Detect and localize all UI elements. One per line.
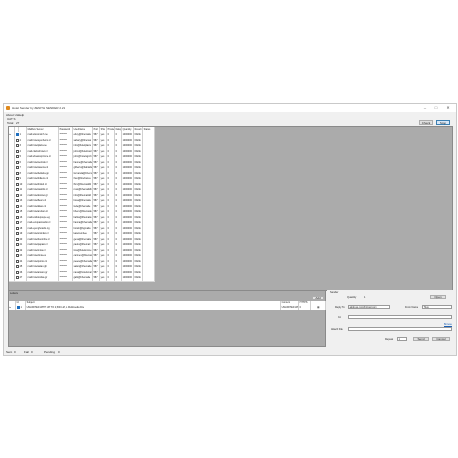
letters-label: Letters xyxy=(10,292,18,295)
table-row[interactable]: 27 mail.hotelrodisa.gr ******** gabi@bhemai… xyxy=(9,275,155,282)
browse-link[interactable]: Browse xyxy=(444,323,452,326)
letter-edit-icon[interactable]: ▦ xyxy=(311,305,326,310)
add-letter-button[interactable]: Add xyxy=(312,296,324,300)
row-pointer-icon xyxy=(9,275,15,281)
stop-button[interactable]: Stop xyxy=(436,120,450,125)
from-name-input[interactable]: Titus xyxy=(422,305,452,309)
check-button[interactable]: Check xyxy=(419,120,433,125)
reply-to-label: Reply To xyxy=(335,306,345,309)
cell-username: gabi@bhemaile xyxy=(73,275,93,281)
letter-https: 0 xyxy=(299,305,311,310)
window-title: Hotel Sender by ZENITH SENDER 2.21 xyxy=(12,106,66,110)
reply-to-input[interactable]: address.com@gmail.com xyxy=(348,305,390,309)
cell-proxied: 0 xyxy=(107,275,115,281)
cc-input[interactable] xyxy=(348,315,452,319)
close-icon[interactable]: ✕ xyxy=(444,105,452,111)
total-value: 27 xyxy=(16,121,20,125)
sent-value: 0 xyxy=(14,350,16,354)
open-button[interactable]: Open xyxy=(430,295,446,299)
cell-password: ******** xyxy=(59,275,73,281)
quantity-label: Quantity xyxy=(347,296,357,299)
status-bar: Sent 0 Fail 0 Pending 0 xyxy=(4,348,456,355)
cell-status xyxy=(143,275,155,281)
minimize-icon[interactable]: – xyxy=(421,105,429,111)
cell-port: 587 xyxy=(93,275,100,281)
menu-help[interactable]: Help xyxy=(18,113,24,117)
fail-label: Fail xyxy=(24,350,29,354)
cell-result: FAKE xyxy=(134,275,143,281)
menu-bar: About Us Help xyxy=(4,112,456,117)
pending-label: Pending xyxy=(44,350,56,354)
letters-pane: Letters Add Id Subject Content HTTPS ▸ 1… xyxy=(8,290,326,347)
attach-file-input[interactable] xyxy=(348,327,452,331)
title-bar: Hotel Sender by ZENITH SENDER 2.21 – □ ✕ xyxy=(4,104,456,112)
total-label: Total xyxy=(7,121,14,125)
from-name-label: From Name xyxy=(405,306,419,309)
cell-index: 27 xyxy=(19,275,27,281)
send-button[interactable]: Send xyxy=(413,337,429,341)
sender-label: Sender xyxy=(330,291,339,294)
letter-subject: UNLIMITED WITH UP TO 2,500 LM, L Multime… xyxy=(26,305,281,310)
cell-mailbox-server: mail.hotelrodisa.gr xyxy=(27,275,59,281)
maximize-icon[interactable]: □ xyxy=(432,105,440,111)
letter-row[interactable]: ▸ 1 UNLIMITED WITH UP TO 2,500 LM, L Mul… xyxy=(9,305,326,310)
repeat-label: Repeat xyxy=(385,338,394,341)
cell-quantity: 1000000 xyxy=(122,275,134,281)
row-pointer-icon: ▸ xyxy=(9,305,16,310)
accounts-grid[interactable]: Mailbox Server Password UserName Port SSL Pro… xyxy=(8,126,453,291)
sender-pane: Sender Quantity 1 Open Reply To address.… xyxy=(327,290,455,347)
app-window: Hotel Sender by ZENITH SENDER 2.21 – □ ✕… xyxy=(3,103,457,356)
repeat-stepper[interactable]: 1 xyxy=(397,337,407,341)
fail-value: 0 xyxy=(31,350,33,354)
cc-label: Cc xyxy=(338,316,342,319)
cancel-button[interactable]: Cancel xyxy=(432,337,450,341)
app-icon xyxy=(6,106,10,110)
quantity-value: 1 xyxy=(364,296,366,299)
cell-delay: 0 xyxy=(115,275,122,281)
sent-label: Sent xyxy=(6,350,13,354)
attach-file-label: Attach File xyxy=(331,328,343,331)
cell-ssl: yes xyxy=(100,275,107,281)
pending-value: 0 xyxy=(58,350,60,354)
letter-content: UNLIMITED WI xyxy=(281,305,299,310)
